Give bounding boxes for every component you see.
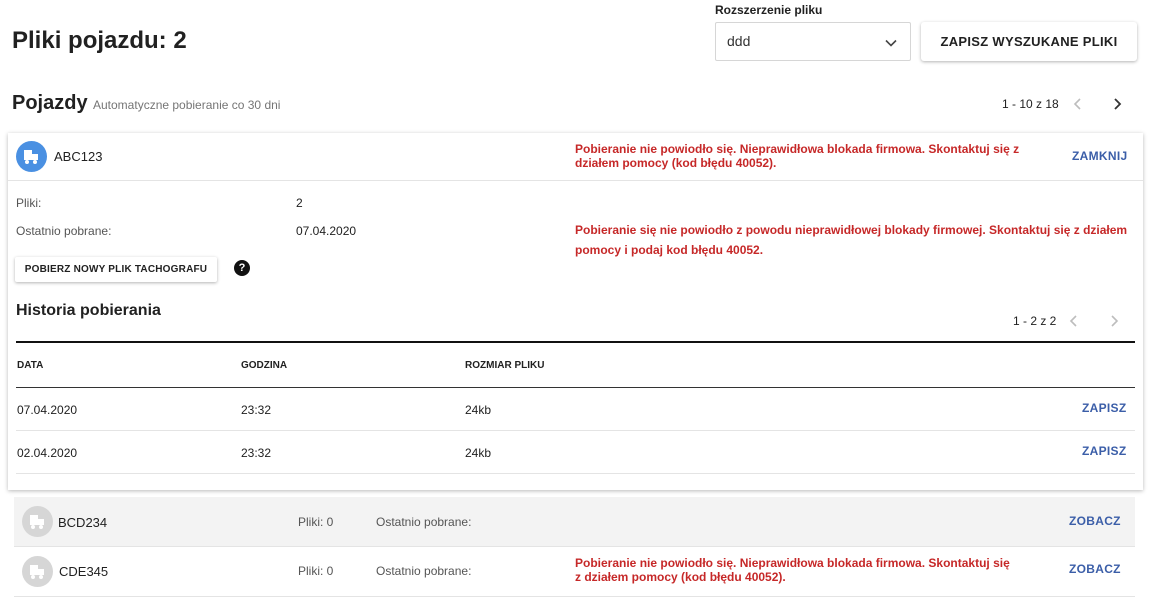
- column-header-time: GODZINA: [241, 360, 288, 371]
- last-downloaded-value: 07.04.2020: [296, 224, 357, 238]
- table-cell-size: 24kb: [465, 446, 492, 460]
- vehicles-pager-label: 1 - 10 z 18: [1002, 97, 1059, 111]
- vehicle-last-downloaded: Ostatnio pobrane:: [376, 564, 472, 578]
- divider: [16, 430, 1135, 431]
- vehicle-error-line-1: Pobieranie nie powiodło się. Nieprawidło…: [575, 556, 1010, 570]
- table-cell-date: 02.04.2020: [17, 446, 78, 460]
- chevron-left-icon[interactable]: [1071, 97, 1085, 111]
- extension-select-value: ddd: [727, 33, 751, 49]
- vehicle-error-line-1: Pobieranie nie powiodło się. Nieprawidło…: [575, 142, 1020, 156]
- vehicle-plate: CDE345: [59, 564, 109, 579]
- truck-icon: [22, 556, 53, 587]
- view-button[interactable]: ZOBACZ: [1069, 514, 1121, 528]
- chevron-right-icon[interactable]: [1107, 314, 1121, 328]
- detail-error-line-1: Pobieranie się nie powiodło z powodu nie…: [575, 223, 1128, 237]
- divider: [16, 387, 1135, 388]
- files-label: Pliki:: [16, 196, 42, 210]
- save-found-files-button[interactable]: ZAPISZ WYSZUKANE PLIKI: [921, 22, 1137, 61]
- section-subtitle: Automatyczne pobieranie co 30 dni: [93, 98, 281, 112]
- truck-icon: [16, 141, 47, 172]
- vehicle-error-line-2: z działem pomocy (kod błędu 40052).: [575, 570, 786, 584]
- close-button[interactable]: ZAMKNIJ: [1072, 149, 1127, 163]
- files-value: 2: [296, 196, 303, 210]
- column-header-date: DATA: [17, 360, 44, 371]
- vehicle-files: Pliki: 0: [298, 515, 334, 529]
- vehicle-plate: BCD234: [58, 515, 108, 530]
- vehicle-row[interactable]: CDE345 Pliki: 0 Ostatnio pobrane: Pobier…: [14, 547, 1135, 596]
- vehicle-last-downloaded: Ostatnio pobrane:: [376, 515, 472, 529]
- vehicle-files: Pliki: 0: [298, 564, 334, 578]
- table-cell-time: 23:32: [241, 446, 272, 460]
- divider: [14, 596, 1135, 597]
- divider: [16, 473, 1135, 474]
- history-title: Historia pobierania: [16, 302, 161, 319]
- divider: [16, 341, 1135, 343]
- last-downloaded-label: Ostatnio pobrane:: [16, 224, 112, 238]
- save-file-button[interactable]: ZAPISZ: [1082, 401, 1126, 415]
- vehicle-row[interactable]: BCD234 Pliki: 0 Ostatnio pobrane: ZOBACZ: [14, 497, 1135, 546]
- chevron-left-icon[interactable]: [1067, 314, 1081, 328]
- download-tachograph-button[interactable]: POBIERZ NOWY PLIK TACHOGRAFU: [15, 257, 217, 282]
- expanded-vehicle-card: ABC123 Pobieranie nie powiodło się. Niep…: [8, 133, 1143, 490]
- truck-icon: [22, 506, 53, 537]
- chevron-right-icon[interactable]: [1110, 97, 1124, 111]
- view-button[interactable]: ZOBACZ: [1069, 562, 1121, 576]
- vehicle-plate: ABC123: [54, 149, 103, 164]
- table-cell-time: 23:32: [241, 403, 272, 417]
- column-header-size: ROZMIAR PLIKU: [465, 360, 545, 371]
- help-icon[interactable]: ?: [234, 260, 250, 276]
- divider: [8, 180, 1143, 181]
- table-cell-size: 24kb: [465, 403, 492, 417]
- chevron-down-icon: [885, 39, 897, 47]
- extension-select[interactable]: ddd: [715, 22, 911, 61]
- page-title: Pliki pojazdu: 2: [12, 27, 187, 54]
- table-cell-date: 07.04.2020: [17, 403, 78, 417]
- detail-error-line-2: pomocy i podaj kod błędu 40052.: [575, 243, 764, 257]
- save-file-button[interactable]: ZAPISZ: [1082, 444, 1126, 458]
- section-title: Pojazdy: [12, 92, 88, 114]
- vehicle-error-line-2: działem pomocy (kod błędu 40052).: [575, 156, 777, 170]
- extension-label: Rozszerzenie pliku: [715, 3, 823, 17]
- history-pager-label: 1 - 2 z 2: [1013, 314, 1057, 328]
